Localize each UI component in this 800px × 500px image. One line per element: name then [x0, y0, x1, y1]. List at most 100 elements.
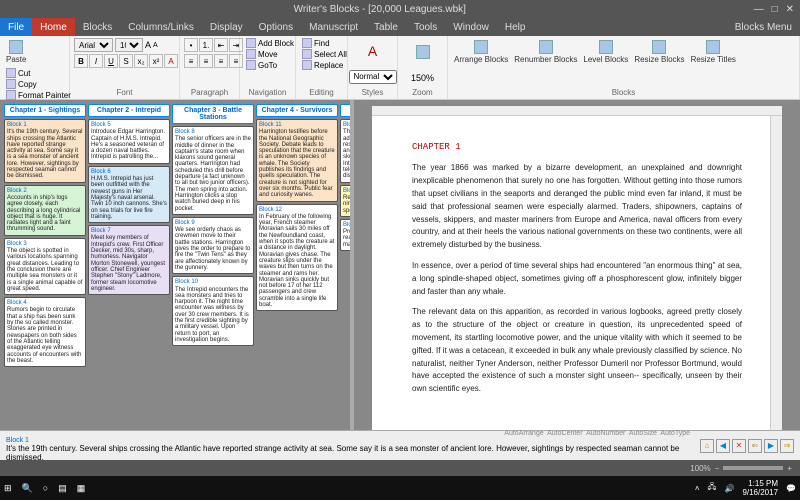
tray-volume-icon[interactable]: 🔊	[724, 484, 734, 493]
level-blocks-button[interactable]: Level Blocks	[581, 38, 630, 66]
story-block[interactable]: Block 9We see orderly chaos as crewmen m…	[172, 217, 254, 274]
notifications-icon[interactable]: 💬	[786, 484, 796, 493]
align-center-button[interactable]: ≡	[199, 54, 213, 68]
strike-button[interactable]: S	[119, 54, 133, 68]
story-block[interactable]: Block 13The Moravian survivors are adrif…	[340, 119, 350, 183]
arrange-blocks-button[interactable]: Arrange Blocks	[452, 38, 510, 66]
superscript-button[interactable]: x²	[149, 54, 163, 68]
subscript-button[interactable]: x₂	[134, 54, 148, 68]
zoom-out-button[interactable]: −	[715, 464, 720, 473]
nav-left-button[interactable]: ⇐	[748, 439, 762, 453]
column-header[interactable]: Chapter 2 - Intrepid	[88, 104, 170, 117]
cortana-icon[interactable]: ○	[43, 483, 48, 493]
auto-type[interactable]: AutoType	[660, 430, 690, 437]
taskbar-app-icon[interactable]: ▦	[77, 483, 86, 494]
story-block[interactable]: Block 5Introduce Edgar Harrington. Capta…	[88, 119, 170, 164]
story-block[interactable]: Block 1It's the 19th century. Several sh…	[4, 119, 86, 183]
font-size-select[interactable]: 10	[115, 38, 143, 52]
tab-blocks[interactable]: Blocks	[75, 18, 120, 36]
renumber-blocks-button[interactable]: Renumber Blocks	[512, 38, 579, 66]
find-button[interactable]: Find	[300, 38, 349, 48]
tray-up-icon[interactable]: ˄	[695, 484, 700, 493]
column-header[interactable]: Chapter 5	[340, 104, 350, 117]
align-right-button[interactable]: ≡	[214, 54, 228, 68]
story-block[interactable]: Block 10The Intrepid encounters the sea …	[172, 276, 254, 346]
column-header[interactable]: Chapter 4 - Survivors	[256, 104, 338, 117]
tab-window[interactable]: Window	[445, 18, 497, 36]
story-block[interactable]: Block 11Harrington testifies before the …	[256, 119, 338, 202]
story-block[interactable]: Block 6H.M.S. Intrepid has just been out…	[88, 166, 170, 223]
tab-table[interactable]: Table	[366, 18, 406, 36]
vertical-scrollbar[interactable]	[770, 116, 782, 430]
manuscript-panel[interactable]: CHAPTER 1 The year 1866 was marked by a …	[354, 100, 800, 430]
ruler[interactable]	[372, 106, 782, 116]
search-icon[interactable]: 🔍	[22, 483, 33, 494]
story-block[interactable]: Block 7Meet key members of Intrepid's cr…	[88, 225, 170, 295]
tab-home[interactable]: Home	[32, 18, 75, 36]
tab-display[interactable]: Display	[202, 18, 251, 36]
nav-next-button[interactable]: ▶	[764, 439, 778, 453]
zoom-button[interactable]	[414, 43, 432, 62]
tab-options[interactable]: Options	[251, 18, 301, 36]
font-family-select[interactable]: Arial	[74, 38, 113, 52]
paste-button[interactable]: Paste	[4, 38, 28, 66]
tab-manuscript[interactable]: Manuscript	[301, 18, 366, 36]
underline-button[interactable]: U	[104, 54, 118, 68]
tab-blocks-menu[interactable]: Blocks Menu	[727, 18, 800, 36]
auto-center[interactable]: AutoCenter	[547, 430, 582, 437]
story-block[interactable]: Block 4Rumors begin to circulate that a …	[4, 297, 86, 367]
format-painter-button[interactable]: Format Painter	[4, 90, 73, 100]
replace-button[interactable]: Replace	[300, 60, 349, 70]
column-header[interactable]: Chapter 3 - Battle Stations	[172, 104, 254, 124]
auto-size[interactable]: AutoSize	[629, 430, 657, 437]
minimize-button[interactable]: —	[754, 4, 764, 15]
copy-button[interactable]: Copy	[4, 79, 73, 89]
nav-expand-button[interactable]: ✕	[732, 439, 746, 453]
close-button[interactable]: ✕	[786, 4, 794, 15]
tray-network-icon[interactable]: 🖧	[708, 481, 717, 495]
bullets-button[interactable]: •	[184, 38, 198, 52]
block-header: Block 14	[343, 188, 350, 194]
auto-number[interactable]: AutoNumber	[586, 430, 625, 437]
cut-button[interactable]: Cut	[4, 68, 73, 78]
shrink-font-icon[interactable]: A	[153, 42, 158, 49]
blocks-panel[interactable]: Chapter 1 - Sightings Block 1It's the 19t…	[0, 100, 350, 430]
tab-tools[interactable]: Tools	[406, 18, 445, 36]
auto-arrange[interactable]: AutoArrange	[504, 430, 543, 437]
goto-button[interactable]: GoTo	[244, 60, 296, 70]
grow-font-icon[interactable]: A	[145, 40, 151, 50]
column-header[interactable]: Chapter 1 - Sightings	[4, 104, 86, 117]
story-block[interactable]: Block 14Research needed — mid-nineteenth…	[340, 185, 350, 217]
align-left-button[interactable]: ≡	[184, 54, 198, 68]
zoom-slider[interactable]	[723, 466, 783, 470]
nav-prev-button[interactable]: ◀	[716, 439, 730, 453]
story-block[interactable]: Block 2Accounts in ship's logs agree clo…	[4, 185, 86, 236]
story-block[interactable]: Block 12In February of the following yea…	[256, 204, 338, 312]
select-all-button[interactable]: Select All	[300, 49, 349, 59]
style-select[interactable]: Normal	[349, 70, 397, 84]
start-button[interactable]: ⊞	[4, 483, 12, 494]
resize-blocks-button[interactable]: Resize Blocks	[632, 38, 686, 66]
tab-file[interactable]: File	[0, 18, 32, 36]
zoom-readout: 100%	[690, 464, 710, 473]
nav-right-button[interactable]: ⇒	[780, 439, 794, 453]
style-aa-icon[interactable]: A	[368, 43, 377, 59]
story-block[interactable]: Block 15Professor expert. He realizes he…	[340, 219, 350, 251]
bold-button[interactable]: B	[74, 54, 88, 68]
outdent-button[interactable]: ⇤	[214, 38, 228, 52]
task-view-icon[interactable]: ▤	[58, 483, 67, 494]
font-color-button[interactable]: A	[164, 54, 178, 68]
manuscript-page[interactable]: CHAPTER 1 The year 1866 was marked by a …	[372, 106, 782, 430]
story-block[interactable]: Block 8The senior officers are in the mi…	[172, 126, 254, 215]
nav-home-button[interactable]: ⌂	[700, 439, 714, 453]
story-block[interactable]: Block 3The object is spotted in various …	[4, 238, 86, 295]
tab-columns[interactable]: Columns/Links	[120, 18, 202, 36]
maximize-button[interactable]: □	[772, 4, 778, 15]
numbering-button[interactable]: 1.	[199, 38, 213, 52]
move-button[interactable]: Move	[244, 49, 296, 59]
italic-button[interactable]: I	[89, 54, 103, 68]
tab-help[interactable]: Help	[497, 18, 534, 36]
add-block-button[interactable]: Add Block	[244, 38, 296, 48]
resize-titles-button[interactable]: Resize Titles	[689, 38, 738, 66]
zoom-in-button[interactable]: +	[787, 464, 792, 473]
